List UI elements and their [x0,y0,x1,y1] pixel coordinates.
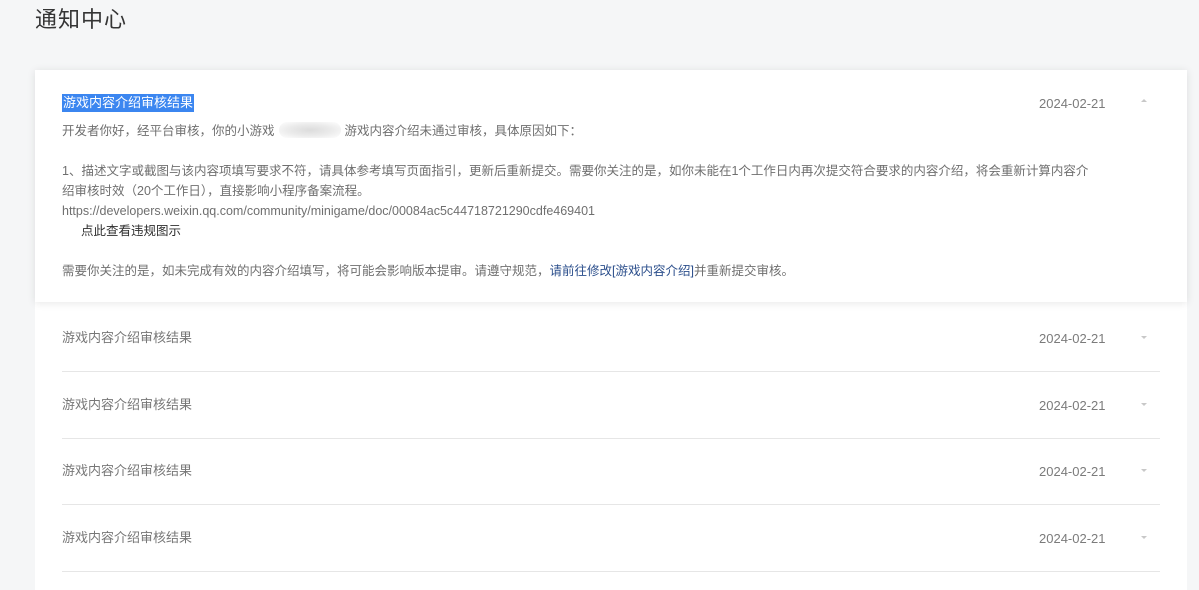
chevron-up-icon[interactable] [1141,99,1147,102]
chevron-down-icon[interactable] [1141,336,1147,339]
footer-prefix: 需要你关注的是，如未完成有效的内容介绍填写，将可能会影响版本提审。请遵守规范， [62,264,550,278]
reason-line-1: 1、描述文字或截图与该内容项填写要求不符，请具体参考填写页面指引，更新后重新提交… [62,164,1089,178]
notification-row-title[interactable]: 游戏内容介绍审核结果 [62,396,192,414]
notification-row-date: 2024-02-21 [1039,531,1106,546]
notification-footer: 需要你关注的是，如未完成有效的内容介绍填写，将可能会影响版本提审。请遵守规范，请… [62,261,794,281]
greeting-suffix: 游戏内容介绍未通过审核，具体原因如下： [344,124,583,138]
notification-row-title[interactable]: 游戏内容介绍审核结果 [62,329,192,347]
chevron-down-icon[interactable] [1141,469,1147,472]
notification-row[interactable]: 游戏内容介绍审核结果 2024-02-21 [62,438,1160,505]
greeting-prefix: 开发者你好，经平台审核，你的小游戏 [62,124,275,138]
notification-row[interactable]: 游戏内容介绍审核结果 2024-02-21 [62,305,1160,372]
notification-row-date: 2024-02-21 [1039,398,1106,413]
notification-greeting: 开发者你好，经平台审核，你的小游戏 游戏内容介绍未通过审核，具体原因如下： [62,121,582,141]
notification-date: 2024-02-21 [1039,96,1106,111]
notification-row[interactable]: 游戏内容介绍审核结果 2024-02-21 [62,372,1160,439]
footer-suffix: 并重新提交审核。 [693,264,794,278]
view-example-link[interactable]: 点此查看违规图示 [81,221,181,241]
chevron-down-icon[interactable] [1141,403,1147,406]
notification-row-title[interactable]: 游戏内容介绍审核结果 [62,462,192,480]
page-title: 通知中心 [35,7,128,32]
notification-title[interactable]: 游戏内容介绍审核结果 [62,94,195,112]
notification-card-expanded[interactable]: 游戏内容介绍审核结果 2024-02-21 开发者你好，经平台审核，你的小游戏 游… [35,70,1187,302]
notification-row[interactable]: 游戏内容介绍审核结果 2024-02-21 [62,505,1160,572]
reason-line-2: 绍审核时效（20个工作日），直接影响小程序备案流程。 [62,184,370,198]
notification-row-date: 2024-02-21 [1039,464,1106,479]
guide-url: https://developers.weixin.qq.com/communi… [62,204,595,218]
notification-row-title[interactable]: 游戏内容介绍审核结果 [62,529,192,547]
edit-content-link[interactable]: 请前往修改[游戏内容介绍] [550,264,694,278]
chevron-down-icon[interactable] [1141,536,1147,539]
redacted-game-name [278,122,341,138]
notification-row-date: 2024-02-21 [1039,331,1106,346]
